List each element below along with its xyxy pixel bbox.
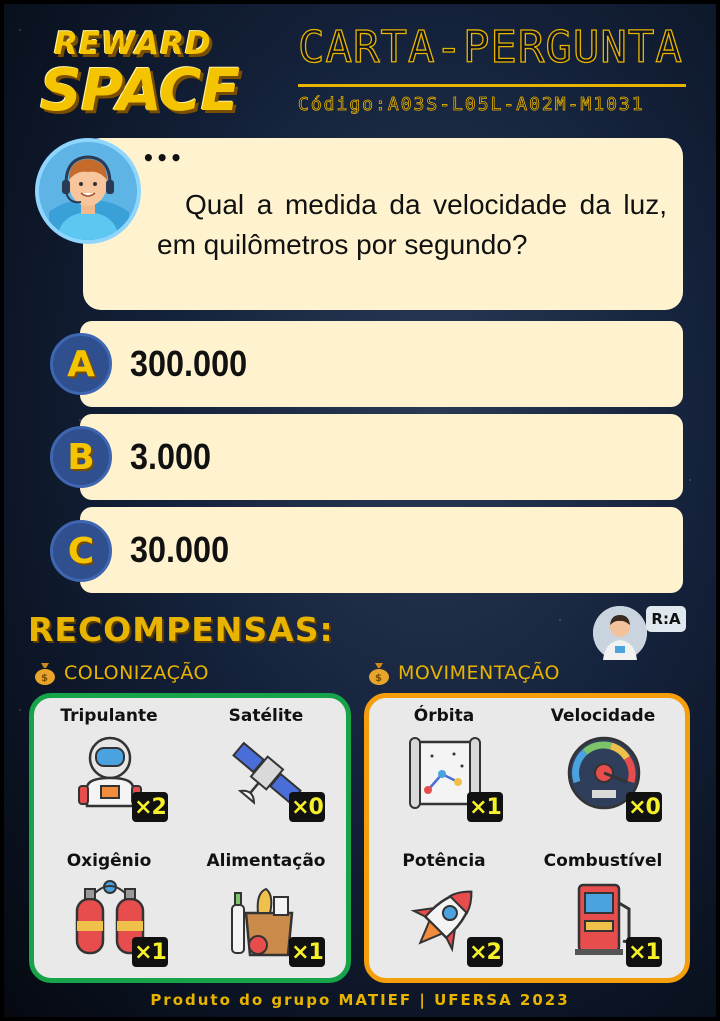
card-border (0, 0, 720, 1021)
